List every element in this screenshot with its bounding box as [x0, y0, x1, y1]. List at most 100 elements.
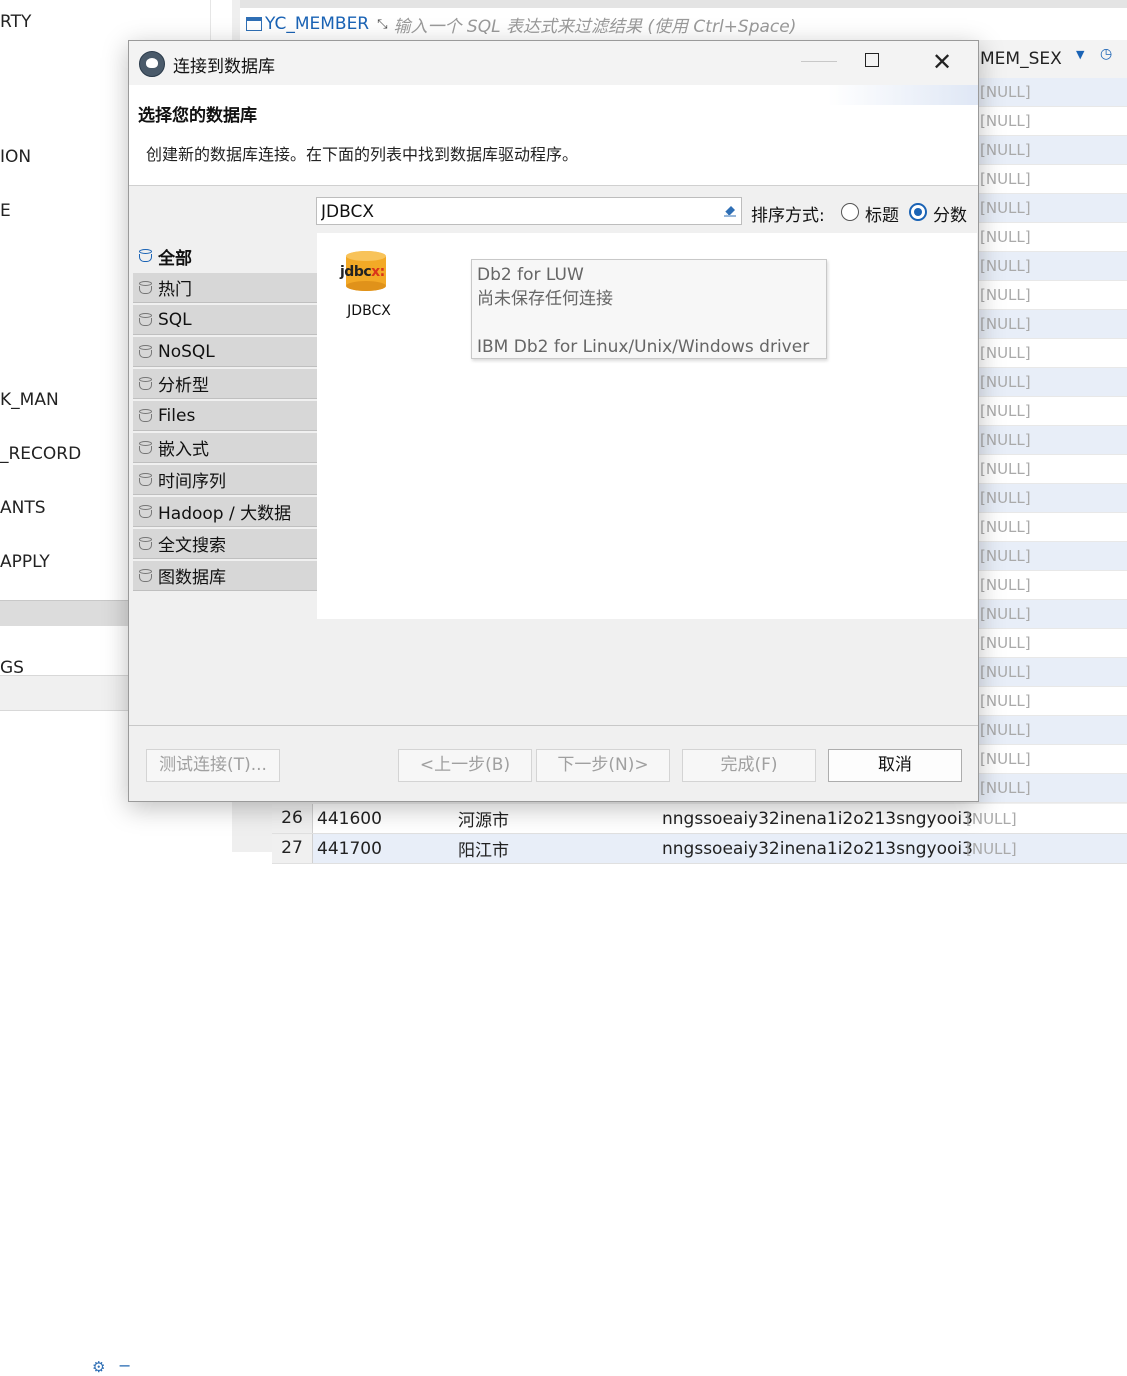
sort-arrow-icon[interactable]: ▼ — [1076, 48, 1084, 61]
close-button[interactable]: ✕ — [932, 47, 952, 77]
database-icon — [139, 504, 152, 519]
null-cell[interactable]: [NULL] — [976, 774, 1127, 803]
database-icon — [139, 376, 152, 391]
category-files[interactable]: Files — [133, 401, 317, 431]
database-icon — [139, 280, 152, 295]
navigator-item[interactable]: ION — [0, 147, 31, 167]
logo-x: x: — [371, 264, 385, 280]
driver-search-input[interactable] — [319, 200, 713, 224]
category-label: 全文搜索 — [158, 536, 226, 556]
gear-icon[interactable]: ⚙ — [92, 1358, 105, 1376]
cell-null: [NULL] — [966, 809, 1017, 828]
null-cell[interactable]: [NULL] — [976, 165, 1127, 194]
navigator-item[interactable]: APPLY — [0, 552, 50, 572]
null-cell[interactable]: [NULL] — [976, 107, 1127, 136]
cell-city: 阳江市 — [458, 841, 509, 861]
null-cell[interactable]: [NULL] — [976, 745, 1127, 774]
filter-bar: YC_MEMBER ⤡ 输入一个 SQL 表达式来过滤结果 (使用 Ctrl+S… — [240, 8, 1127, 41]
category-fulltext[interactable]: 全文搜索 — [133, 529, 317, 559]
table-icon — [246, 17, 262, 31]
sort-by-score-radio[interactable] — [909, 203, 927, 221]
category-timeseries[interactable]: 时间序列 — [133, 465, 317, 495]
dialog-title: 连接到数据库 — [173, 57, 275, 77]
filter-input[interactable]: 输入一个 SQL 表达式来过滤结果 (使用 Ctrl+Space) — [394, 12, 797, 37]
navigator-item[interactable]: K_MAN — [0, 390, 59, 410]
minimize-icon — [801, 61, 837, 62]
finish-button[interactable]: 完成(F) — [682, 749, 816, 782]
table-name[interactable]: YC_MEMBER — [265, 14, 369, 34]
null-cell[interactable]: [NULL] — [976, 513, 1127, 542]
null-cell[interactable]: [NULL] — [976, 397, 1127, 426]
expand-icon[interactable]: ⤡ — [377, 17, 387, 32]
cell-null: [NULL] — [966, 839, 1017, 858]
category-sql[interactable]: SQL — [133, 305, 317, 335]
sort-by-score-label[interactable]: 分数 — [933, 201, 967, 226]
maximize-button[interactable] — [865, 53, 879, 67]
column-header-label: MEM_SEX — [980, 49, 1062, 69]
navigator-item[interactable]: E — [0, 201, 11, 221]
category-hadoop[interactable]: Hadoop / 大数据 — [133, 497, 317, 527]
tooltip-connections: 尚未保存任何连接 — [477, 289, 613, 309]
null-cell[interactable]: [NULL] — [976, 455, 1127, 484]
null-cell[interactable]: [NULL] — [976, 629, 1127, 658]
null-cell[interactable]: [NULL] — [976, 194, 1127, 223]
category-nosql[interactable]: NoSQL — [133, 337, 317, 367]
database-icon — [139, 568, 152, 583]
null-cell[interactable]: [NULL] — [976, 484, 1127, 513]
dbeaver-icon — [139, 51, 165, 77]
null-cell[interactable]: [NULL] — [976, 136, 1127, 165]
category-graph[interactable]: 图数据库 — [133, 561, 317, 591]
category-embedded[interactable]: 嵌入式 — [133, 433, 317, 463]
cell-code: 441600 — [317, 808, 382, 829]
null-cell[interactable]: [NULL] — [976, 368, 1127, 397]
category-label: 分析型 — [158, 376, 209, 396]
navigator-item[interactable]: ANTS — [0, 498, 46, 518]
sort-label: 排序方式: — [751, 206, 825, 226]
cell-string: nngssoeaiy32inena1i2o213sngyooi3 — [662, 838, 973, 859]
null-cell[interactable]: [NULL] — [976, 223, 1127, 252]
test-connection-button[interactable]: 测试连接(T)... — [146, 749, 280, 782]
null-cell[interactable]: [NULL] — [976, 339, 1127, 368]
category-label: Files — [158, 405, 196, 426]
category-label: 嵌入式 — [158, 440, 209, 460]
category-analytical[interactable]: 分析型 — [133, 369, 317, 399]
null-cell[interactable]: [NULL] — [976, 281, 1127, 310]
sort-by-title-label[interactable]: 标题 — [865, 201, 899, 226]
database-icon — [139, 536, 152, 551]
category-label: SQL — [158, 309, 192, 330]
table-row[interactable]: 26 441600 河源市 nngssoeaiy32inena1i2o213sn… — [272, 804, 1127, 834]
category-label: NoSQL — [158, 341, 215, 362]
database-icon — [139, 249, 152, 263]
null-cell[interactable]: [NULL] — [976, 426, 1127, 455]
category-label: 全部 — [158, 248, 192, 269]
driver-search[interactable] — [316, 197, 742, 225]
dialog-titlebar[interactable]: 连接到数据库 ✕ — [129, 41, 978, 85]
null-cell[interactable]: [NULL] — [976, 542, 1127, 571]
null-cell[interactable]: [NULL] — [976, 78, 1127, 107]
driver-label: JDBCX — [347, 303, 391, 319]
null-cell[interactable]: [NULL] — [976, 716, 1127, 745]
next-button[interactable]: 下一步(N)> — [536, 749, 670, 782]
category-popular[interactable]: 热门 — [133, 273, 317, 303]
tooltip-description: IBM Db2 for Linux/Unix/Windows driver — [477, 337, 810, 357]
category-all[interactable]: 全部 — [133, 241, 317, 271]
driver-jdbcx[interactable]: jdbcx: JDBCX — [333, 249, 405, 319]
jdbcx-logo-icon: jdbcx: — [338, 249, 400, 295]
navigator-item[interactable]: _RECORD — [0, 444, 81, 464]
null-cell[interactable]: [NULL] — [976, 658, 1127, 687]
null-cell[interactable]: [NULL] — [976, 571, 1127, 600]
cell-code: 441700 — [317, 838, 382, 859]
navigator-item[interactable]: RTY — [0, 12, 31, 32]
row-number: 27 — [272, 834, 313, 863]
collapse-icon[interactable]: − — [118, 1356, 131, 1375]
null-cell[interactable]: [NULL] — [976, 600, 1127, 629]
table-row[interactable]: 27 441700 阳江市 nngssoeaiy32inena1i2o213sn… — [272, 834, 1127, 864]
null-cell[interactable]: [NULL] — [976, 310, 1127, 339]
column-header-mem-sex[interactable]: MEM_SEX ▼ ◷ — [976, 40, 1127, 79]
cancel-button[interactable]: 取消 — [828, 749, 962, 782]
back-button[interactable]: <上一步(B) — [398, 749, 532, 782]
eraser-icon[interactable] — [723, 203, 737, 217]
null-cell[interactable]: [NULL] — [976, 687, 1127, 716]
null-cell[interactable]: [NULL] — [976, 252, 1127, 281]
sort-by-title-radio[interactable] — [841, 203, 859, 221]
